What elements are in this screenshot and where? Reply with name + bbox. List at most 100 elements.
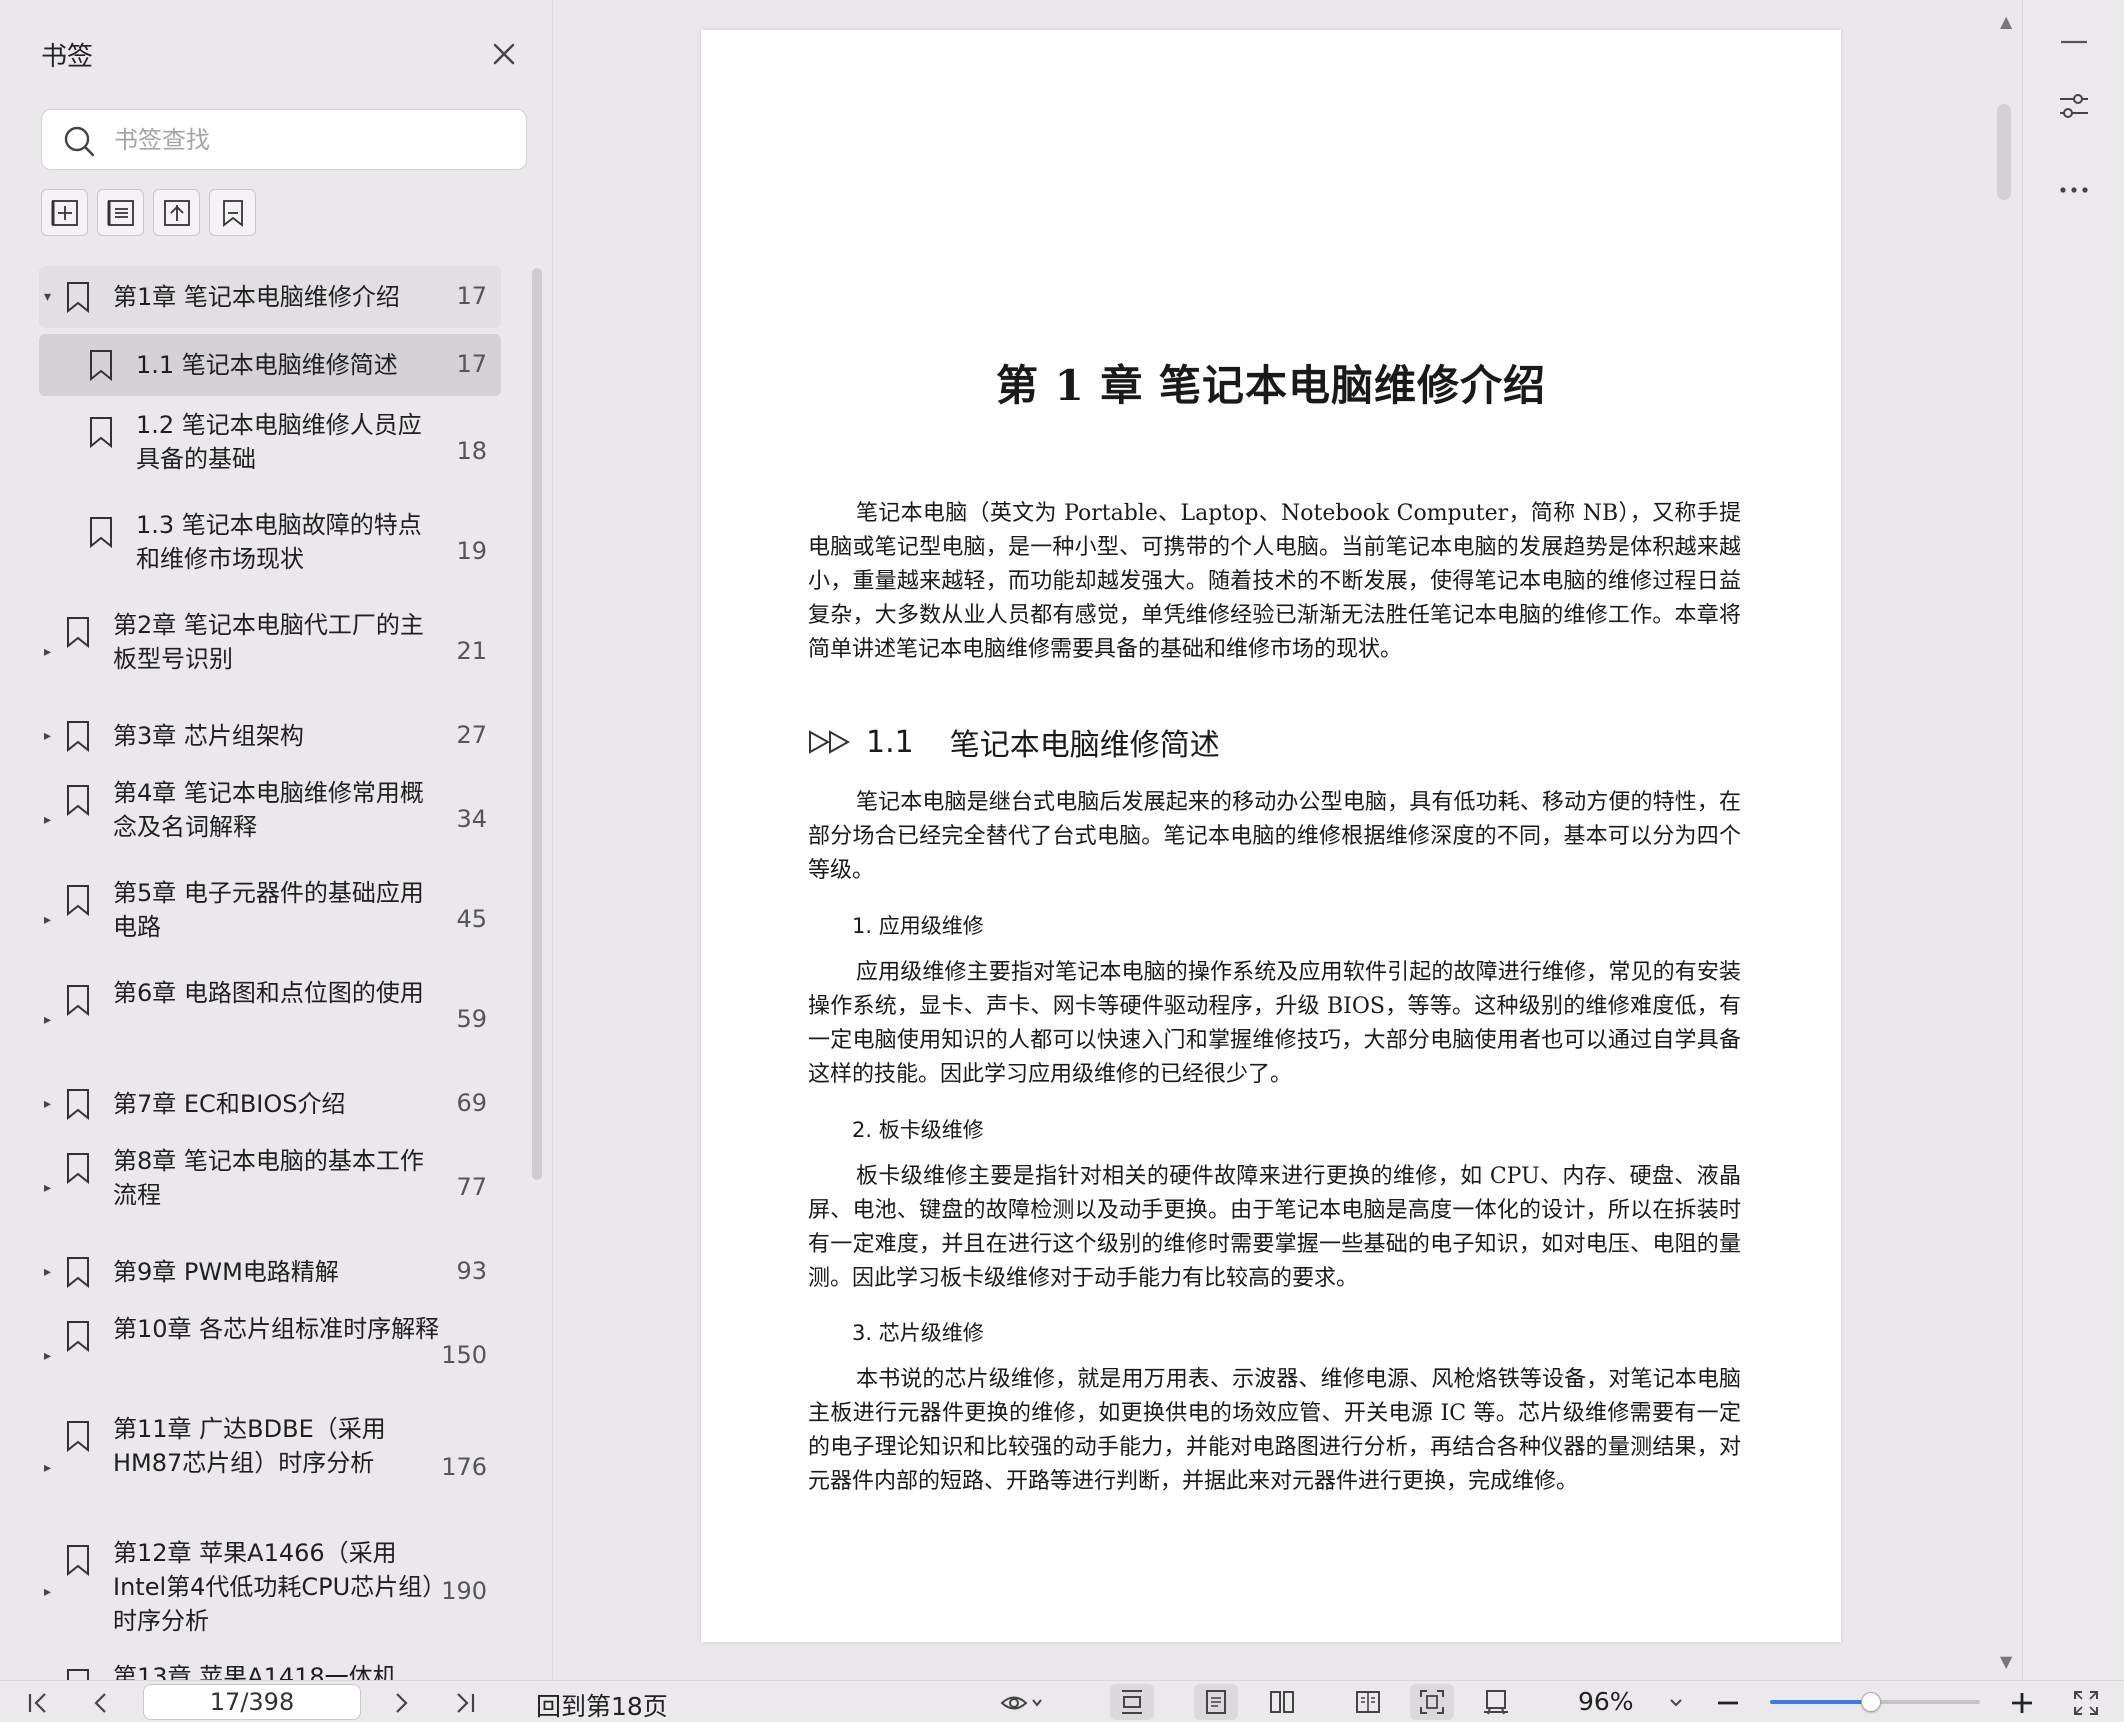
bookmark-view-button[interactable] <box>209 189 256 236</box>
expand-bookmarks-button[interactable] <box>153 189 200 236</box>
bookmark-item[interactable]: ▸ 第2章 笔记本电脑代工厂的主板型号识别 21 <box>39 602 501 702</box>
bookmark-item[interactable]: 1.3 笔记本电脑故障的特点和维修市场现状 19 <box>39 502 501 602</box>
bookmark-page-number: 21 <box>456 637 487 665</box>
bookmark-label: 第1章 笔记本电脑维修介绍 <box>113 283 400 311</box>
bookmark-label: 第13章 苹果A1418一体机（采用HM87芯片组）时序分析 <box>113 1663 397 1680</box>
bookmark-search-input[interactable] <box>114 120 514 160</box>
document-page: 第 1 章 笔记本电脑维修介绍 笔记本电脑（英文为 Portable、Lapto… <box>701 30 1841 1642</box>
scroll-down-arrow-icon[interactable]: ▼ <box>2000 1652 2012 1671</box>
section-intro-paragraph: 笔记本电脑是继台式电脑后发展起来的移动办公型电脑，具有低功耗、移动方便的特性，在… <box>808 790 1741 883</box>
dual-page-icon <box>1270 1691 1294 1713</box>
collapse-icon <box>107 199 134 226</box>
bookmark-label: 第11章 广达BDBE（采用HM87芯片组）时序分析 <box>113 1415 386 1477</box>
expand-triangle-icon[interactable]: ▸ <box>44 913 58 927</box>
bookmark-item[interactable]: ▸ 第11章 广达BDBE（采用HM87芯片组）时序分析 176 <box>39 1406 501 1530</box>
book-mode-icon <box>1356 1691 1380 1713</box>
bookmark-page-number: 93 <box>456 1257 487 1285</box>
bookmark-scrollbar[interactable] <box>532 268 542 1180</box>
settings-sliders-icon[interactable] <box>2056 88 2092 124</box>
bookmark-label: 1.2 笔记本电脑维修人员应具备的基础 <box>136 411 422 473</box>
expand-triangle-icon[interactable]: ▸ <box>44 729 58 743</box>
collapse-triangle-icon[interactable]: ▾ <box>44 290 58 304</box>
more-options-icon[interactable] <box>2056 172 2092 208</box>
zoom-slider-knob[interactable] <box>1860 1692 1881 1712</box>
expand-triangle-icon[interactable]: ▸ <box>44 1461 58 1475</box>
single-page-icon <box>1206 1690 1226 1714</box>
zoom-in-icon[interactable] <box>2008 1689 2036 1717</box>
reading-mode-icon <box>1484 1690 1508 1715</box>
expand-triangle-icon[interactable]: ▸ <box>44 1349 58 1363</box>
page-number-input[interactable]: 17/398 <box>143 1684 361 1720</box>
bookmark-flag-icon <box>67 617 89 648</box>
bookmark-page-number: 59 <box>456 1005 487 1033</box>
search-icon <box>64 126 95 157</box>
bookmark-panel: 书签 书签查找 ▾ 第1章 笔记本电脑维修介绍 17 1.1 笔记本电脑维修简述… <box>0 0 553 1680</box>
bookmark-item[interactable]: ▸ 第10章 各芯片组标准时序解释 150 <box>39 1306 501 1406</box>
bookmark-item[interactable]: ▸ 第5章 电子元器件的基础应用电路 45 <box>39 870 501 970</box>
bookmark-page-number: 190 <box>441 1577 487 1605</box>
dual-page-button[interactable] <box>1260 1684 1304 1720</box>
close-icon[interactable] <box>486 36 522 72</box>
zoom-out-icon[interactable] <box>1714 1689 1742 1717</box>
bookmark-item[interactable]: ▸ 第9章 PWM电路精解 93 <box>39 1238 501 1306</box>
bottom-navigation-bar: 17/398 回到第18页 96% <box>0 1680 2124 1722</box>
bookmark-page-number: 77 <box>456 1173 487 1201</box>
bookmark-search-box <box>41 109 527 170</box>
chip-level-paragraph: 本书说的芯片级维修，就是用万用表、示波器、维修电源、风枪烙铁等设备，对笔记本电脑… <box>808 1367 1741 1494</box>
book-mode-button[interactable] <box>1346 1684 1390 1720</box>
document-scrollbar-thumb[interactable] <box>1997 104 2011 200</box>
expand-triangle-icon[interactable]: ▸ <box>44 1097 58 1111</box>
expand-triangle-icon[interactable]: ▸ <box>44 813 58 827</box>
bookmark-item[interactable]: ▸ 第7章 EC和BIOS介绍 69 <box>39 1070 501 1138</box>
bookmark-item[interactable]: ▸ 第8章 笔记本电脑的基本工作流程 77 <box>39 1138 501 1238</box>
bookmark-page-number: 27 <box>456 721 487 749</box>
minimize-panel-icon[interactable] <box>2056 24 2092 60</box>
expand-triangle-icon[interactable]: ▸ <box>44 1181 58 1195</box>
expand-triangle-icon[interactable]: ▸ <box>44 645 58 659</box>
expand-triangle-icon[interactable]: ▸ <box>44 1265 58 1279</box>
bookmark-item[interactable]: ▸ 第6章 电路图和点位图的使用 59 <box>39 970 501 1070</box>
bookmark-flag-icon <box>67 1089 89 1120</box>
section-title: 笔记本电脑维修简述 <box>949 728 1220 763</box>
zoom-level[interactable]: 96% <box>1578 1687 1634 1716</box>
bookmark-flag-icon <box>67 282 89 313</box>
bookmark-label: 第5章 电子元器件的基础应用电路 <box>113 879 424 941</box>
first-page-icon[interactable] <box>24 1689 52 1717</box>
previous-page-icon[interactable] <box>87 1689 115 1717</box>
last-page-icon[interactable] <box>451 1689 479 1717</box>
bookmark-item[interactable]: ▸第13章 苹果A1418一体机（采用HM87芯片组）时序分析212 <box>39 1654 501 1680</box>
add-bookmark-button[interactable] <box>41 189 88 236</box>
bookmark-page-number: 69 <box>456 1089 487 1117</box>
bookmark-flag-icon <box>67 885 89 916</box>
bookmark-page-number: 17 <box>456 282 487 310</box>
bookmark-label: 第7章 EC和BIOS介绍 <box>113 1090 346 1118</box>
bookmark-page-number: 18 <box>456 437 487 465</box>
single-page-button[interactable] <box>1194 1684 1238 1720</box>
expand-triangle-icon[interactable]: ▸ <box>44 1013 58 1027</box>
continuous-scroll-button[interactable] <box>1110 1684 1154 1720</box>
double-arrow-icon <box>809 730 851 754</box>
bookmark-item[interactable]: 1.1 笔记本电脑维修简述 17 <box>39 334 501 396</box>
bookmark-label: 1.1 笔记本电脑维修简述 <box>136 351 398 379</box>
fullscreen-icon[interactable] <box>2072 1689 2100 1717</box>
fit-page-button[interactable] <box>1410 1684 1454 1720</box>
next-page-icon[interactable] <box>387 1689 415 1717</box>
bookmark-flag-icon <box>67 1153 89 1184</box>
bookmark-item[interactable]: ▾ 第1章 笔记本电脑维修介绍 17 <box>39 266 501 328</box>
expand-icon <box>163 199 190 226</box>
bookmark-item[interactable]: ▸ 第4章 笔记本电脑维修常用概念及名词解释 34 <box>39 770 501 870</box>
collapse-bookmarks-button[interactable] <box>97 189 144 236</box>
go-back-to-page-link[interactable]: 回到第18页 <box>536 1687 668 1722</box>
bookmark-item[interactable]: ▸ 第12章 苹果A1466（采用Intel第4代低功耗CPU芯片组）时序分析 19… <box>39 1530 501 1654</box>
scroll-up-arrow-icon[interactable]: ▲ <box>2000 12 2012 31</box>
subheading-chip-level: 3. 芯片级维修 <box>852 1321 984 1345</box>
expand-triangle-icon[interactable]: ▸ <box>44 1585 58 1599</box>
zoom-slider[interactable] <box>1770 1692 1980 1712</box>
bookmark-item[interactable]: ▸ 第3章 芯片组架构 27 <box>39 702 501 770</box>
zoom-dropdown-chevron-icon[interactable] <box>1662 1689 1690 1717</box>
application-level-paragraph: 应用级维修主要指对笔记本电脑的操作系统及应用软件引起的故障进行维修，常见的有安装… <box>808 960 1741 1087</box>
eye-protection-icon[interactable] <box>1000 1689 1044 1717</box>
auto-scroll-button[interactable] <box>1474 1684 1518 1720</box>
bookmark-item[interactable]: 1.2 笔记本电脑维修人员应具备的基础 18 <box>39 402 501 502</box>
bookmark-flag-icon <box>90 517 112 548</box>
